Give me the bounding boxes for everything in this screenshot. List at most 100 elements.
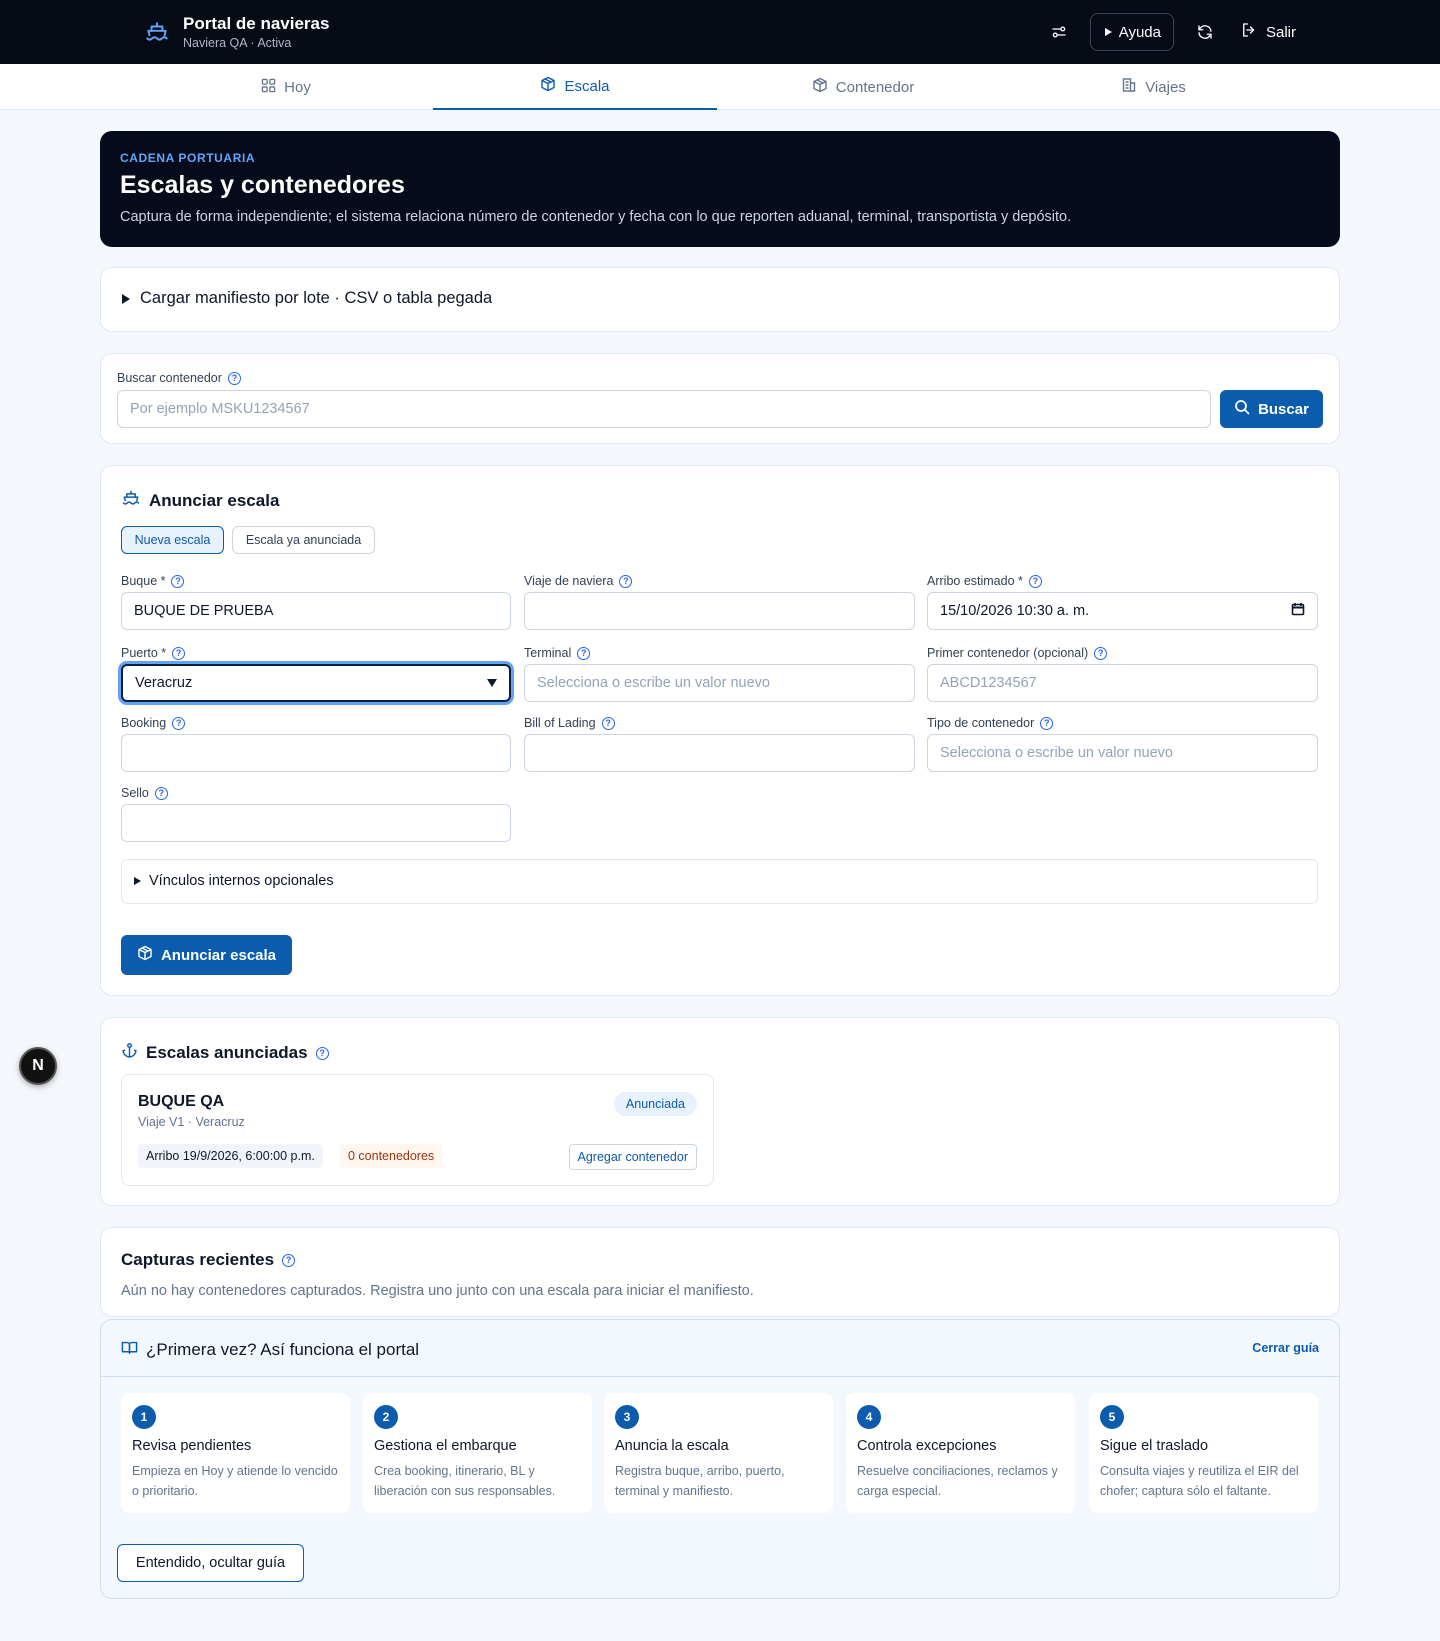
tab-escala[interactable]: Escala — [433, 64, 717, 110]
voyage-meta: Viaje V1 · Veracruz — [138, 1115, 245, 1129]
step-description: Crea booking, itinerario, BL y liberació… — [374, 1464, 556, 1498]
logout-button[interactable]: Salir — [1236, 15, 1300, 49]
help-circle-icon[interactable]: ? — [315, 1046, 329, 1060]
ship-name: BUQUE QA — [138, 1093, 225, 1110]
announced-card: Escalas anunciadas ? BUQUE QA Viaje V1 ·… — [100, 1017, 1340, 1206]
search-input[interactable]: Por ejemplo MSKU1234567 — [117, 390, 1211, 428]
viaje-label: Viaje de naviera? — [524, 573, 633, 589]
account-status: Naviera QA · Activa — [183, 36, 292, 50]
step-description: Consulta viajes y reutiliza el EIR del c… — [1100, 1464, 1299, 1498]
top-bar: Portal de navieras Naviera QA · Activa A… — [0, 0, 1440, 64]
mode-existing-button[interactable]: Escala ya anunciada — [232, 526, 375, 554]
book-icon — [121, 1339, 138, 1361]
building-icon — [1121, 77, 1137, 97]
tab-label: Contenedor — [835, 78, 915, 96]
dismiss-guide-button[interactable]: Entendido, ocultar guía — [117, 1544, 304, 1582]
help-circle-icon[interactable]: ? — [601, 716, 615, 730]
recent-title: Capturas recientes ? — [121, 1250, 296, 1270]
primer-contenedor-input[interactable]: ABCD1234567 — [927, 664, 1318, 702]
help-circle-icon[interactable]: ? — [282, 1253, 296, 1267]
arribo-value: 15/10/2026 10:30 a. m. — [940, 603, 1090, 619]
announce-card: Anunciar escala Nueva escala Escala ya a… — [100, 465, 1340, 996]
dev-tools-badge[interactable]: N — [19, 1047, 57, 1085]
primer-label-text: Primer contenedor (opcional) — [927, 646, 1089, 660]
viaje-input[interactable] — [524, 592, 915, 630]
announce-title-text: Anunciar escala — [149, 490, 280, 510]
help-circle-icon[interactable]: ? — [172, 646, 186, 660]
viaje-label-text: Viaje de naviera — [524, 574, 614, 588]
step-number: 5 — [1100, 1405, 1124, 1429]
guide-step: 2 Gestiona el embarque Crea booking, iti… — [363, 1393, 592, 1513]
announced-item[interactable]: BUQUE QA Viaje V1 · Veracruz Anunciada A… — [121, 1074, 714, 1186]
step-title: Anuncia la escala — [615, 1438, 729, 1454]
internal-links-toggle[interactable]: Vínculos internos opcionales — [134, 873, 334, 889]
tab-contenedor[interactable]: Contenedor — [720, 64, 1006, 110]
add-container-button[interactable]: Agregar contenedor — [568, 1144, 697, 1170]
booking-input[interactable] — [121, 734, 511, 772]
search-button[interactable]: Buscar — [1220, 390, 1323, 428]
help-circle-icon[interactable]: ? — [171, 574, 185, 588]
disclosure-triangle-icon — [122, 293, 130, 304]
app-title: Portal de navieras — [183, 14, 330, 33]
ship-icon — [121, 488, 141, 513]
batch-upload-toggle[interactable]: Cargar manifiesto por lote · CSV o tabla… — [122, 289, 492, 308]
search-card: Buscar contenedor ? Por ejemplo MSKU1234… — [100, 353, 1340, 444]
arribo-label: Arribo estimado *? — [927, 573, 1042, 589]
sello-input[interactable] — [121, 804, 511, 842]
announce-submit-label: Anunciar escala — [160, 946, 277, 964]
help-circle-icon[interactable]: ? — [619, 574, 633, 588]
terminal-input[interactable]: Selecciona o escribe un valor nuevo — [524, 664, 915, 702]
help-circle-icon[interactable]: ? — [227, 371, 241, 385]
calendar-icon[interactable] — [1291, 602, 1305, 620]
announce-submit-button[interactable]: Anunciar escala — [121, 935, 292, 975]
batch-upload-label: Cargar manifiesto por lote · CSV o tabla… — [140, 289, 493, 307]
refresh-icon[interactable] — [1188, 15, 1222, 49]
arrival-chip: Arribo 19/9/2026, 6:00:00 p.m. — [138, 1144, 323, 1168]
step-title: Revisa pendientes — [132, 1438, 252, 1454]
buque-label: Buque *? — [121, 573, 185, 589]
internal-links-panel[interactable]: Vínculos internos opcionales — [121, 859, 1318, 904]
announce-title: Anunciar escala — [121, 488, 279, 513]
tab-viajes[interactable]: Viajes — [1010, 64, 1297, 110]
mode-new-button[interactable]: Nueva escala — [121, 526, 224, 554]
step-number: 3 — [615, 1405, 639, 1429]
brand[interactable]: Portal de navieras Naviera QA · Activa — [143, 14, 329, 51]
help-circle-icon[interactable]: ? — [154, 786, 168, 800]
sello-label: Sello? — [121, 785, 168, 801]
puerto-select[interactable]: Veracruz — [121, 664, 511, 702]
recent-title-text: Capturas recientes — [121, 1250, 275, 1269]
announced-title-text: Escalas anunciadas — [146, 1043, 308, 1062]
logout-label: Salir — [1265, 23, 1296, 41]
bl-label-text: Bill of Lading — [524, 716, 596, 730]
sello-label-text: Sello — [121, 786, 149, 800]
hero-description: Captura de forma independiente; el siste… — [120, 209, 1072, 225]
primer-contenedor-label: Primer contenedor (opcional)? — [927, 645, 1108, 661]
puerto-label-text: Puerto * — [121, 646, 167, 660]
announced-title: Escalas anunciadas ? — [121, 1042, 329, 1064]
tab-hoy[interactable]: Hoy — [143, 64, 429, 110]
help-circle-icon[interactable]: ? — [1028, 574, 1042, 588]
arribo-label-text: Arribo estimado * — [927, 574, 1023, 588]
step-title: Controla excepciones — [857, 1438, 997, 1454]
help-circle-icon[interactable]: ? — [1040, 716, 1054, 730]
help-button[interactable]: Ayuda — [1089, 13, 1174, 51]
arribo-datetime-input[interactable]: 15/10/2026 10:30 a. m. — [927, 592, 1318, 630]
tipo-contenedor-input[interactable]: Selecciona o escribe un valor nuevo — [927, 734, 1318, 772]
help-circle-icon[interactable]: ? — [577, 646, 591, 660]
status-badge: Anunciada — [613, 1092, 697, 1116]
bl-input[interactable] — [524, 734, 915, 772]
help-circle-icon[interactable]: ? — [172, 716, 186, 730]
page-title: Escalas y contenedores — [120, 171, 405, 199]
guide-title: ¿Primera vez? Así funciona el portal — [121, 1339, 419, 1361]
ship-icon — [143, 19, 171, 47]
guide-step: 4 Controla excepciones Resuelve concilia… — [846, 1393, 1075, 1513]
buque-input[interactable]: BUQUE DE PRUEBA — [121, 592, 511, 630]
bl-label: Bill of Lading? — [524, 715, 615, 731]
containers-chip: 0 contenedores — [340, 1144, 443, 1168]
guide-step: 3 Anuncia la escala Registra buque, arri… — [604, 1393, 833, 1513]
help-circle-icon[interactable]: ? — [1094, 646, 1108, 660]
close-guide-link[interactable]: Cerrar guía — [1252, 1341, 1319, 1355]
settings-sliders-icon[interactable] — [1042, 15, 1076, 49]
step-number: 4 — [857, 1405, 881, 1429]
booking-label: Booking? — [121, 715, 186, 731]
